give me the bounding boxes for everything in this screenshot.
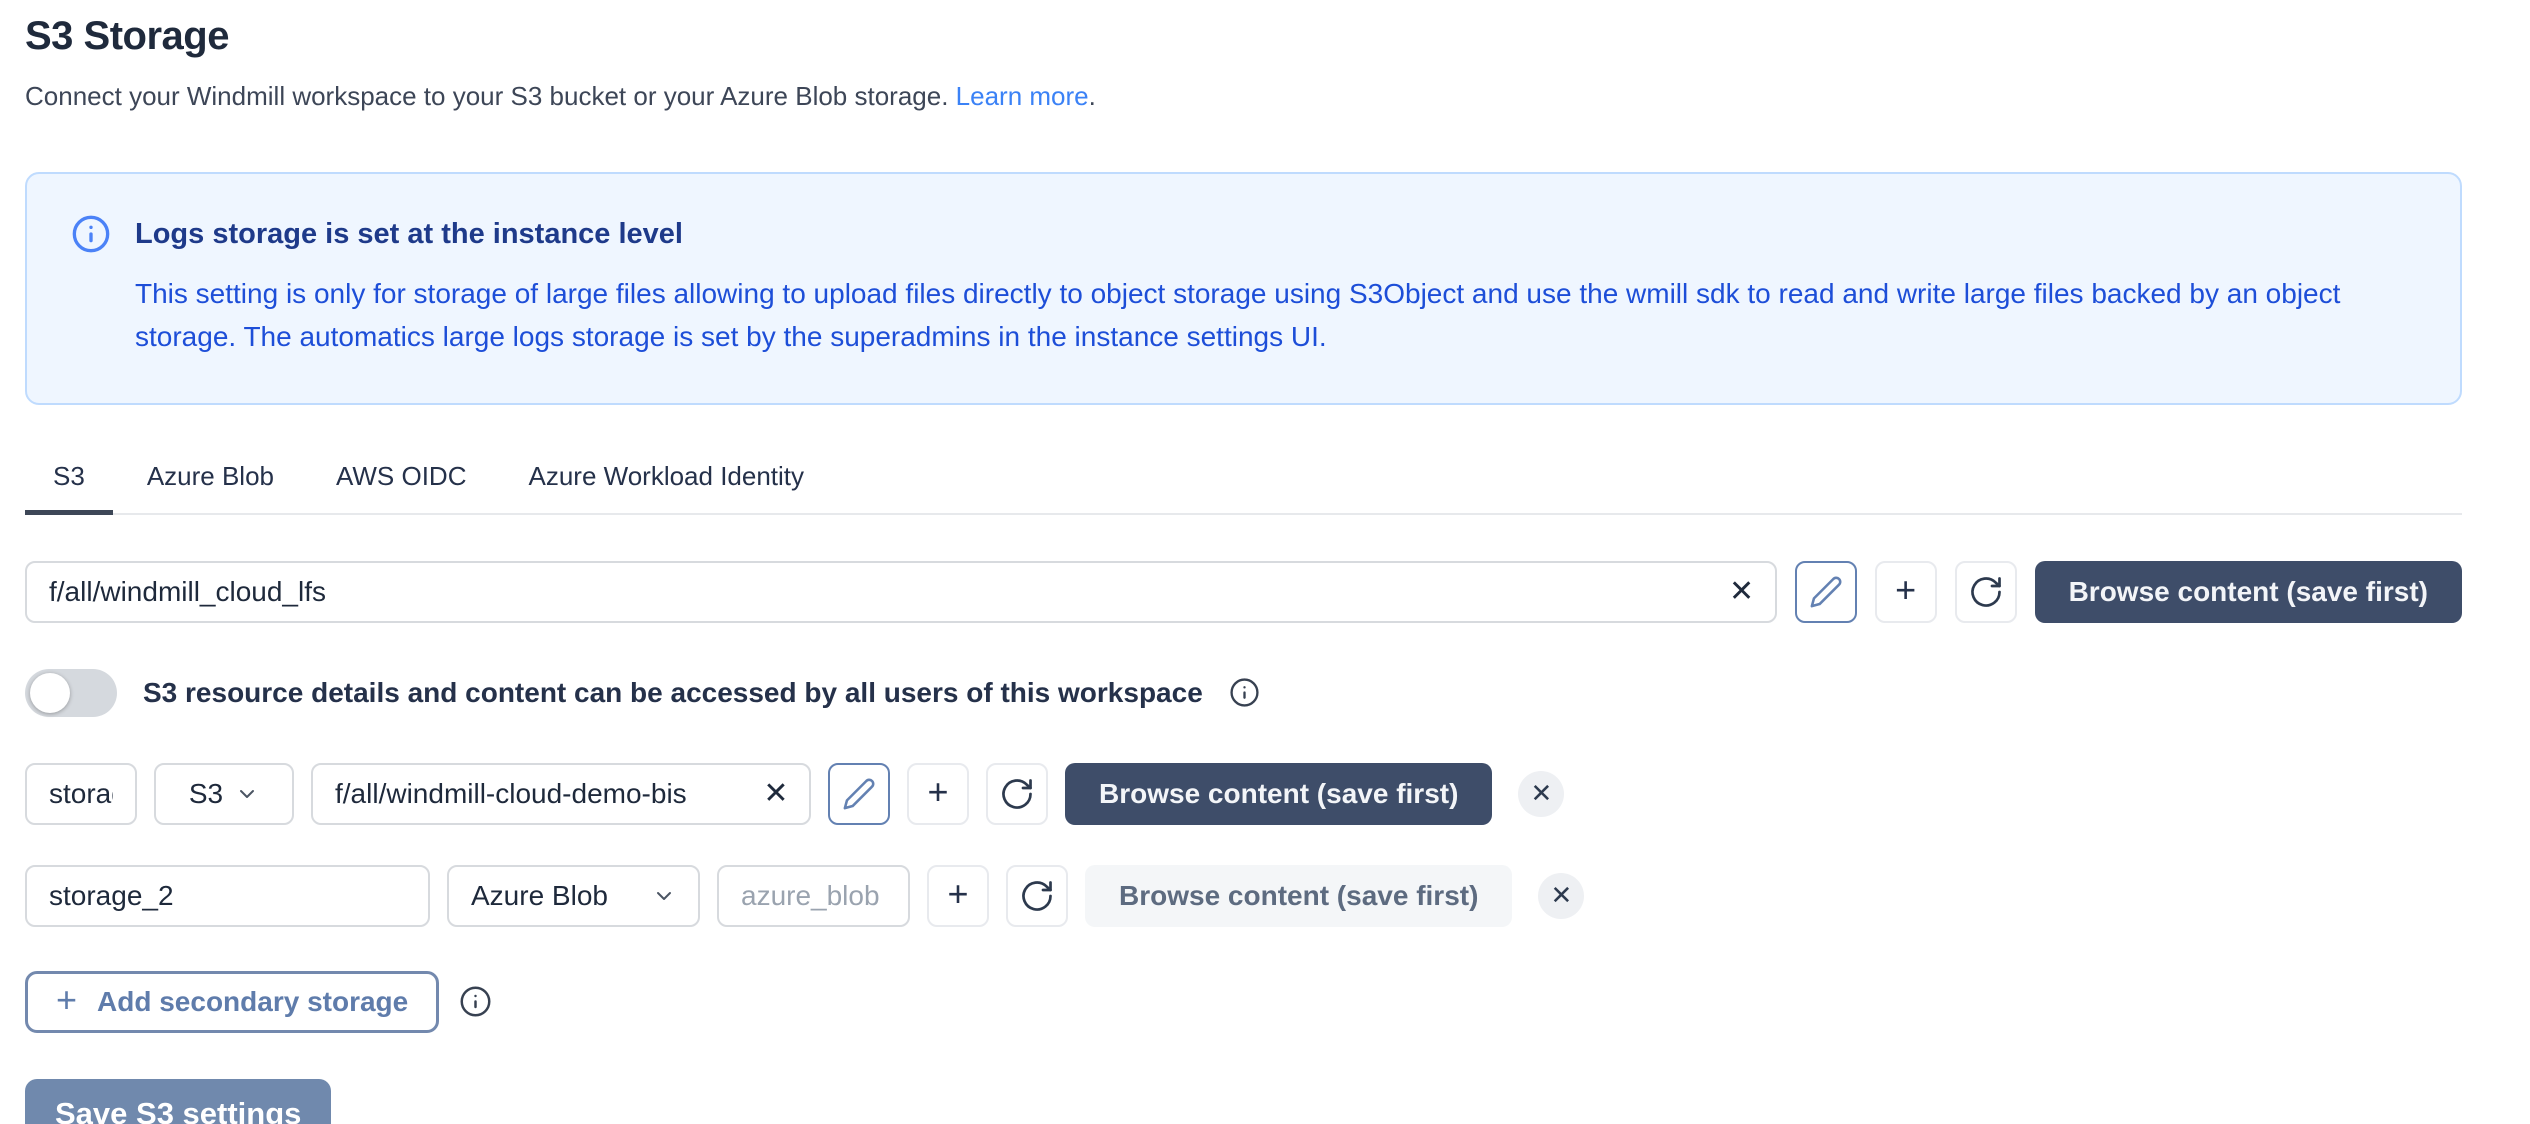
secondary-1-type-value: S3 [189, 778, 223, 810]
edit-resource-button[interactable] [1795, 561, 1857, 623]
primary-browse-content-button[interactable]: Browse content (save first) [2035, 561, 2462, 623]
tab-azure-workload-identity[interactable]: Azure Workload Identity [500, 455, 832, 515]
refresh-icon [1019, 878, 1055, 914]
primary-storage-row: ✕ + Browse content (save first) [25, 561, 2462, 623]
secondary-1-resource-wrap: ✕ [311, 763, 811, 825]
remove-secondary-1-button[interactable]: ✕ [1518, 771, 1564, 817]
plus-icon: + [56, 979, 77, 1021]
primary-resource-path-input[interactable] [25, 561, 1777, 623]
secondary-2-resource-wrap [717, 865, 910, 927]
public-access-row: S3 resource details and content can be a… [25, 669, 2505, 717]
chevron-down-icon [235, 782, 259, 806]
tab-aws-oidc[interactable]: AWS OIDC [308, 455, 494, 515]
save-s3-settings-button[interactable]: Save S3 settings [25, 1079, 331, 1124]
secondary-1-edit-resource-button[interactable] [828, 763, 890, 825]
secondary-2-create-resource-button[interactable]: + [927, 865, 989, 927]
secondary-1-name-input[interactable] [25, 763, 137, 825]
secondary-1-name-wrap [25, 763, 137, 825]
refresh-icon [1968, 574, 2004, 610]
add-secondary-storage-button[interactable]: + Add secondary storage [25, 971, 439, 1033]
add-secondary-row: + Add secondary storage [25, 971, 2505, 1033]
clear-icon: ✕ [1729, 575, 1754, 608]
create-resource-button[interactable]: + [1875, 561, 1937, 623]
public-access-label: S3 resource details and content can be a… [143, 677, 1203, 709]
secondary-storage-row-1: S3 ✕ + Browse content (save first) ✕ [25, 763, 2505, 825]
learn-more-link[interactable]: Learn more [956, 81, 1089, 111]
alert-body: This setting is only for storage of larg… [135, 272, 2416, 359]
storage-type-tabs: S3 Azure Blob AWS OIDC Azure Workload Id… [25, 455, 2462, 515]
tab-s3[interactable]: S3 [25, 455, 113, 515]
secondary-2-type-select[interactable]: Azure Blob [447, 865, 700, 927]
alert-title: Logs storage is set at the instance leve… [135, 218, 683, 251]
remove-secondary-2-button[interactable]: ✕ [1538, 873, 1584, 919]
pencil-icon [1809, 575, 1843, 609]
add-secondary-storage-label: Add secondary storage [97, 986, 408, 1018]
toggle-knob [30, 673, 70, 713]
secondary-2-browse-content-button[interactable]: Browse content (save first) [1085, 865, 1512, 927]
secondary-1-resource-path-input[interactable] [311, 763, 811, 825]
remove-icon: ✕ [1551, 880, 1573, 911]
plus-icon: + [1895, 569, 1916, 611]
chevron-down-icon [652, 884, 676, 908]
secondary-2-type-value: Azure Blob [471, 880, 608, 912]
secondary-2-resource-path-input[interactable] [717, 865, 910, 927]
public-access-info-icon[interactable] [1229, 677, 1260, 708]
page-title: S3 Storage [25, 14, 2505, 59]
secondary-2-name-input[interactable] [25, 865, 430, 927]
clear-primary-resource-button[interactable]: ✕ [1715, 561, 1769, 623]
subtitle-text: Connect your Windmill workspace to your … [25, 81, 956, 111]
s3-storage-settings-page: S3 Storage Connect your Windmill workspa… [0, 0, 2530, 1124]
page-subtitle: Connect your Windmill workspace to your … [25, 81, 2505, 112]
add-secondary-info-icon[interactable] [459, 985, 492, 1018]
refresh-resources-button[interactable] [1955, 561, 2017, 623]
plus-icon: + [947, 873, 968, 915]
pencil-icon [842, 777, 876, 811]
clear-secondary-1-resource-button[interactable]: ✕ [749, 763, 803, 825]
secondary-1-refresh-button[interactable] [986, 763, 1048, 825]
secondary-2-name-wrap [25, 865, 430, 927]
logs-storage-info-alert: Logs storage is set at the instance leve… [25, 172, 2462, 405]
plus-icon: + [927, 771, 948, 813]
info-icon [71, 214, 111, 254]
secondary-storage-row-2: Azure Blob + Browse content (save first)… [25, 865, 2505, 927]
secondary-2-refresh-button[interactable] [1006, 865, 1068, 927]
subtitle-period: . [1089, 81, 1096, 111]
refresh-icon [999, 776, 1035, 812]
secondary-1-create-resource-button[interactable]: + [907, 763, 969, 825]
public-access-toggle[interactable] [25, 669, 117, 717]
secondary-1-browse-content-button[interactable]: Browse content (save first) [1065, 763, 1492, 825]
tab-azure-blob[interactable]: Azure Blob [119, 455, 302, 515]
save-row: Save S3 settings [25, 1079, 2505, 1124]
clear-icon: ✕ [763, 777, 788, 810]
secondary-1-type-select[interactable]: S3 [154, 763, 294, 825]
remove-icon: ✕ [1531, 778, 1553, 809]
primary-resource-input-wrap: ✕ [25, 561, 1777, 623]
